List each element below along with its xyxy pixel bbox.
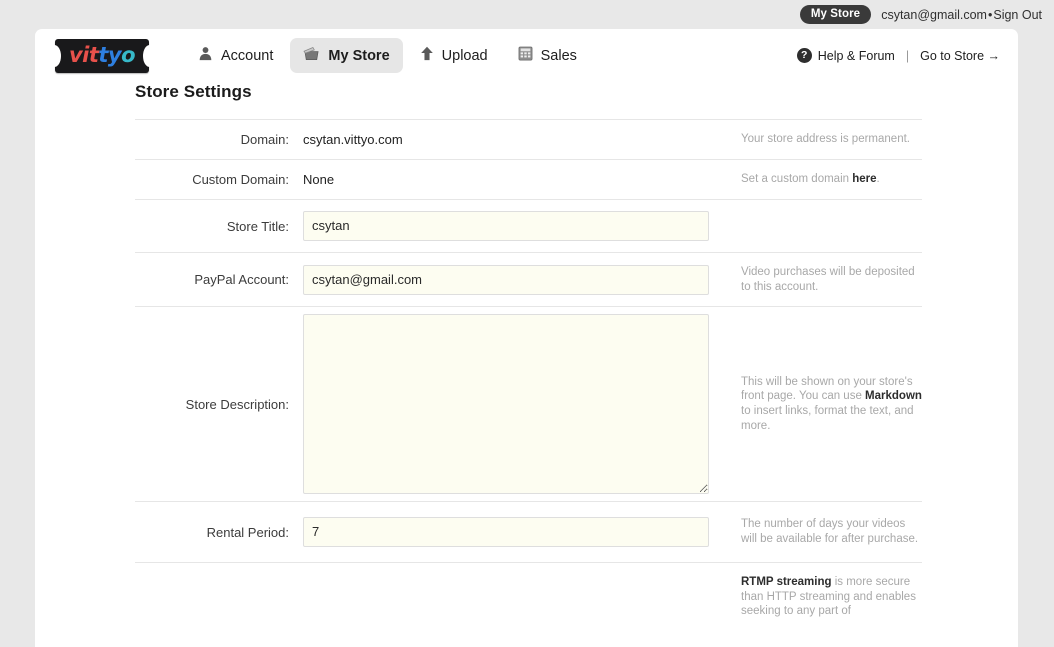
row-rtmp: RTMP streaming is more secure than HTTP … — [135, 562, 922, 622]
nav-item-upload[interactable]: Upload — [407, 38, 501, 73]
row-rental-period: Rental Period: The number of days your v… — [135, 501, 922, 562]
custom-domain-label: Custom Domain: — [192, 172, 289, 187]
logo-text-part2: ty — [98, 43, 122, 67]
rental-period-field — [303, 517, 731, 547]
help-and-forum-label: Help & Forum — [817, 48, 895, 63]
page-title: Store Settings — [135, 82, 252, 101]
main-content: Store Settings Domain: csytan.vittyo.com… — [35, 82, 1018, 622]
custom-domain-help-post: . — [876, 173, 880, 186]
paypal-input[interactable] — [303, 264, 709, 295]
store-title-field — [303, 211, 731, 241]
custom-domain-help-link[interactable]: here — [852, 173, 876, 185]
row-custom-domain: Custom Domain: None Set a custom domain … — [135, 159, 922, 199]
domain-label: Domain: — [240, 132, 289, 147]
rental-period-help: The number of days your videos will be a… — [741, 518, 919, 545]
my-store-badge[interactable]: My Store — [799, 4, 872, 25]
nav-item-upload-label: Upload — [441, 47, 488, 64]
row-store-description: Store Description: This will be shown on… — [135, 306, 922, 501]
nav-item-my-store[interactable]: My Store — [290, 38, 403, 73]
rental-period-label: Rental Period: — [206, 524, 289, 540]
go-to-store-link[interactable]: Go to Store → — [920, 49, 1000, 63]
paypal-label: PayPal Account: — [194, 272, 289, 287]
store-title-label: Store Title: — [226, 218, 289, 234]
header-right-links: ? Help & Forum | Go to Store → — [796, 48, 1000, 63]
domain-field: csytan.vittyo.com — [303, 131, 731, 149]
rental-period-input[interactable] — [303, 517, 709, 547]
account-email: csytan@gmail.com — [881, 7, 987, 22]
store-settings-form: Domain: csytan.vittyo.com Your store add… — [135, 119, 922, 622]
account-info: csytan@gmail.com•Sign Out — [881, 8, 1042, 22]
row-paypal-account: PayPal Account: Video purchases will be … — [135, 252, 922, 306]
store-description-label: Store Description: — [185, 396, 289, 412]
header-divider: | — [905, 48, 910, 63]
custom-domain-value: None — [303, 171, 335, 187]
vittyo-logo[interactable]: vittyo — [48, 38, 156, 73]
nav-item-sales[interactable]: Sales — [505, 38, 590, 73]
store-description-help-post: to insert links, format the text, and mo… — [741, 405, 914, 432]
store-description-field — [303, 314, 731, 494]
up-arrow-icon — [420, 46, 434, 65]
site-header: vittyo Account My Store Upload Sales ? H… — [35, 29, 1018, 82]
nav-item-sales-label: Sales — [540, 47, 577, 64]
store-description-help: This will be shown on your store's front… — [731, 375, 922, 433]
markdown-link[interactable]: Markdown — [865, 390, 922, 402]
calculator-icon — [518, 46, 533, 65]
rtmp-streaming-link[interactable]: RTMP streaming — [741, 576, 832, 588]
rtmp-help: RTMP streaming is more secure than HTTP … — [731, 575, 922, 619]
nav-item-my-store-label: My Store — [328, 47, 390, 64]
question-mark-icon: ? — [796, 48, 812, 63]
store-title-input[interactable] — [303, 211, 709, 241]
help-and-forum-link[interactable]: ? Help & Forum — [796, 48, 895, 63]
paypal-help: Video purchases will be deposited to thi… — [741, 265, 915, 293]
row-domain: Domain: csytan.vittyo.com Your store add… — [135, 119, 922, 159]
store-description-textarea[interactable] — [303, 314, 709, 494]
nav-item-account-label: Account — [221, 47, 274, 64]
page-card: vittyo Account My Store Upload Sales ? H… — [35, 29, 1018, 647]
domain-help: Your store address is permanent. — [741, 133, 910, 146]
custom-domain-help: Set a custom domain here. — [731, 172, 922, 187]
sign-out-link[interactable]: Sign Out — [993, 8, 1042, 22]
paypal-field — [303, 264, 731, 295]
logo-text: vittyo — [68, 43, 136, 67]
logo-text-part3: o — [121, 43, 136, 67]
nav-item-account[interactable]: Account — [185, 38, 286, 73]
logo-text-part1: vit — [68, 43, 99, 67]
row-store-title: Store Title: — [135, 199, 922, 252]
person-icon — [198, 46, 213, 65]
custom-domain-field: None — [303, 171, 731, 189]
basket-icon — [303, 46, 320, 65]
domain-value: csytan.vittyo.com — [303, 131, 403, 147]
top-utility-bar: My Store csytan@gmail.com•Sign Out — [0, 0, 1054, 29]
custom-domain-help-pre: Set a custom domain — [741, 173, 853, 186]
main-nav: Account My Store Upload Sales — [185, 38, 590, 73]
